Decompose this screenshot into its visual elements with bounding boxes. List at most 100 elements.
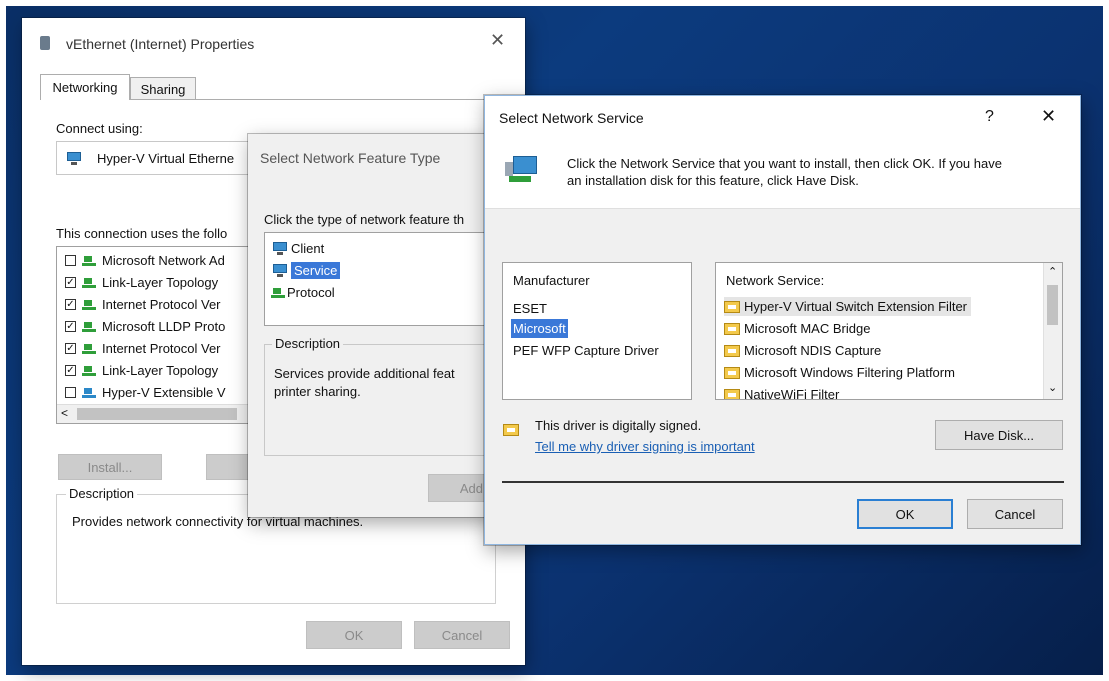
- signed-text: This driver is digitally signed.: [535, 418, 702, 433]
- service-item-label: Microsoft NDIS Capture: [744, 343, 882, 358]
- component-item[interactable]: ✓ Internet Protocol Ver: [65, 339, 221, 358]
- ok-label: OK: [895, 506, 915, 522]
- separator: [502, 481, 1064, 483]
- network-service-item[interactable]: Microsoft MAC Bridge: [724, 319, 870, 338]
- component-label: Hyper-V Extensible V: [102, 385, 226, 400]
- component-label: Microsoft Network Ad: [102, 253, 225, 268]
- network-adapter-icon: [40, 36, 50, 50]
- manufacturer-list: Manufacturer ESET Microsoft PEF WFP Capt…: [502, 262, 692, 400]
- component-label: Link-Layer Topology: [102, 275, 219, 290]
- network-service-icon: [503, 152, 539, 188]
- properties-title: vEthernet (Internet) Properties: [66, 36, 255, 52]
- have-disk-label: Have Disk...: [963, 427, 1035, 443]
- manufacturer-header: Manufacturer: [513, 273, 590, 288]
- feature-title: Select Network Feature Type: [260, 150, 441, 166]
- connect-using-label: Connect using:: [56, 121, 143, 136]
- network-service-item[interactable]: Microsoft Windows Filtering Platform: [724, 363, 955, 382]
- adapter-icon: [65, 152, 83, 166]
- network-component-icon: [82, 321, 96, 332]
- feature-prompt: Click the type of network feature th: [264, 212, 465, 227]
- service-item-label: Microsoft Windows Filtering Platform: [744, 365, 955, 380]
- network-service-item[interactable]: Microsoft NDIS Capture: [724, 341, 881, 360]
- feature-description-line2: printer sharing.: [274, 384, 361, 399]
- horizontal-scrollbar[interactable]: <: [57, 404, 265, 423]
- driver-signing-link[interactable]: Tell me why driver signing is important: [535, 439, 755, 454]
- component-item[interactable]: ✓ Microsoft LLDP Proto: [65, 317, 225, 336]
- network-component-icon: [82, 299, 96, 310]
- component-item[interactable]: ✓ Link-Layer Topology: [65, 361, 218, 380]
- scroll-down-icon[interactable]: ⌄: [1048, 381, 1057, 394]
- properties-ok-button[interactable]: OK: [306, 621, 402, 649]
- adapter-field: Hyper-V Virtual Etherne: [56, 141, 266, 175]
- network-component-icon: [82, 277, 96, 288]
- service-item-label: Microsoft MAC Bridge: [744, 321, 871, 336]
- component-label: Internet Protocol Ver: [102, 297, 221, 312]
- manufacturer-item[interactable]: ESET: [513, 301, 547, 316]
- service-icon: [271, 263, 289, 278]
- feature-type-list: Client Service Protocol: [264, 232, 496, 326]
- scroll-left-icon[interactable]: <: [61, 406, 68, 420]
- scroll-thumb[interactable]: [1047, 285, 1058, 325]
- network-service-list: Network Service: Hyper-V Virtual Switch …: [715, 262, 1063, 400]
- driver-icon: [724, 322, 740, 335]
- component-item[interactable]: Microsoft Network Ad: [65, 251, 225, 270]
- component-label: Internet Protocol Ver: [102, 341, 221, 356]
- cancel-label: Cancel: [994, 506, 1036, 522]
- ok-label: OK: [344, 627, 364, 643]
- service-title: Select Network Service: [499, 110, 644, 126]
- service-instruction-line2: an installation disk for this feature, c…: [567, 173, 859, 188]
- close-icon[interactable]: ✕: [1041, 106, 1056, 127]
- feature-item-protocol[interactable]: Protocol: [271, 283, 335, 302]
- description-legend: Description: [66, 486, 138, 501]
- network-service-item-selected[interactable]: Hyper-V Virtual Switch Extension Filter: [724, 297, 972, 316]
- client-icon: [271, 241, 289, 256]
- tab-networking-label: Networking: [52, 80, 118, 95]
- components-list: Microsoft Network Ad ✓ Link-Layer Topolog…: [56, 246, 266, 424]
- service-ok-button[interactable]: OK: [857, 499, 953, 529]
- properties-cancel-button[interactable]: Cancel: [414, 621, 510, 649]
- manufacturer-item-selected[interactable]: Microsoft: [511, 319, 568, 338]
- component-checkbox[interactable]: [65, 387, 76, 398]
- tab-networking[interactable]: Networking: [40, 74, 130, 100]
- have-disk-button[interactable]: Have Disk...: [935, 420, 1063, 450]
- service-instruction-line1: Click the Network Service that you want …: [567, 156, 1002, 171]
- component-checkbox[interactable]: [65, 255, 76, 266]
- network-component-icon: [82, 387, 96, 398]
- feature-description-legend: Description: [272, 336, 344, 351]
- manufacturer-item[interactable]: PEF WFP Capture Driver: [513, 343, 659, 358]
- help-icon[interactable]: ?: [985, 108, 994, 126]
- service-item-label: NativeWiFi Filter: [744, 387, 840, 400]
- network-service-item[interactable]: NativeWiFi Filter: [724, 385, 840, 400]
- component-checkbox[interactable]: ✓: [65, 321, 76, 332]
- component-label: Link-Layer Topology: [102, 363, 219, 378]
- adapter-name: Hyper-V Virtual Etherne: [97, 151, 235, 166]
- service-item-label: Hyper-V Virtual Switch Extension Filter: [744, 299, 968, 314]
- component-item[interactable]: ✓ Link-Layer Topology: [65, 273, 218, 292]
- component-checkbox[interactable]: ✓: [65, 365, 76, 376]
- component-checkbox[interactable]: ✓: [65, 299, 76, 310]
- driver-icon: [724, 366, 740, 379]
- component-label: Microsoft LLDP Proto: [102, 319, 226, 334]
- vertical-scrollbar[interactable]: ⌃ ⌄: [1043, 263, 1062, 399]
- network-component-icon: [82, 365, 96, 376]
- component-item[interactable]: Hyper-V Extensible V: [65, 383, 226, 402]
- protocol-icon: [271, 287, 285, 298]
- install-button[interactable]: Install...: [58, 454, 162, 480]
- component-checkbox[interactable]: ✓: [65, 277, 76, 288]
- tab-sharing[interactable]: Sharing: [130, 77, 196, 100]
- scroll-thumb[interactable]: [77, 408, 237, 420]
- scroll-up-icon[interactable]: ⌃: [1048, 265, 1057, 278]
- feature-item-client[interactable]: Client: [271, 239, 324, 258]
- feature-item-service[interactable]: Service: [271, 261, 341, 280]
- close-icon[interactable]: ✕: [490, 30, 505, 51]
- signed-driver-icon: [503, 424, 519, 436]
- component-checkbox[interactable]: ✓: [65, 343, 76, 354]
- cancel-label: Cancel: [441, 627, 483, 643]
- network-service-header: Network Service:: [726, 273, 825, 288]
- component-item[interactable]: ✓ Internet Protocol Ver: [65, 295, 221, 314]
- service-cancel-button[interactable]: Cancel: [967, 499, 1063, 529]
- feature-type-dialog: Select Network Feature Type Click the ty…: [248, 134, 496, 517]
- feature-item-label: Client: [291, 241, 325, 256]
- tab-sharing-label: Sharing: [140, 81, 186, 97]
- network-component-icon: [82, 255, 96, 266]
